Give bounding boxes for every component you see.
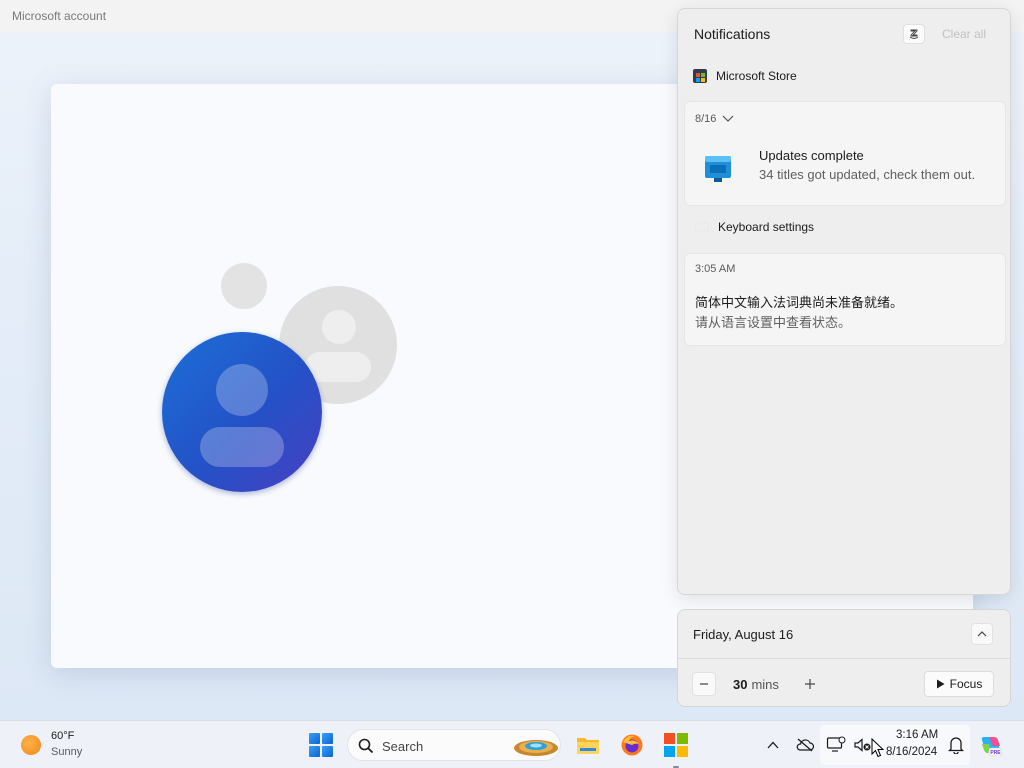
search-label: Search: [382, 739, 424, 754]
minus-icon: [700, 683, 708, 685]
bell-icon: [948, 737, 964, 754]
mouse-cursor: [871, 738, 885, 758]
volume-muted-icon: [854, 738, 871, 752]
notification-center: Notifications Clear all Microsoft Store …: [677, 8, 1011, 595]
start-focus-button[interactable]: Focus: [924, 671, 994, 697]
chevron-down-icon[interactable]: [722, 115, 734, 123]
notification-time: 3:05 AM: [695, 263, 736, 275]
calendar-date: Friday, August 16: [693, 627, 794, 642]
calendar-panel: Friday, August 16 30 mins Focus: [677, 609, 1011, 707]
divider: [678, 658, 1010, 659]
weather-description[interactable]: Sunny: [51, 746, 82, 758]
network-button[interactable]: [826, 735, 846, 755]
taskbar-search[interactable]: Search: [347, 729, 561, 761]
focus-duration: 30 mins: [733, 677, 779, 692]
network-icon: [826, 736, 846, 752]
file-explorer-icon[interactable]: [576, 733, 600, 757]
notifications-button[interactable]: [946, 735, 966, 755]
store-notification[interactable]: 8/16 Updates complete 34 titles got upda…: [684, 101, 1006, 206]
clear-all-button[interactable]: Clear all: [942, 27, 986, 41]
notification-headline: 简体中文输入法词典尚未准备就绪。: [695, 295, 904, 310]
notifications-title: Notifications: [694, 26, 771, 42]
start-button[interactable]: [309, 733, 333, 757]
weather-temperature[interactable]: 60°F: [51, 730, 74, 742]
primary-avatar-icon: [162, 332, 322, 492]
notification-headline: Updates complete: [759, 148, 864, 163]
onedrive-button[interactable]: [795, 735, 815, 755]
copilot-icon[interactable]: PRE: [979, 733, 1003, 757]
increase-focus-button[interactable]: [798, 672, 822, 696]
group-app-name: Keyboard settings: [718, 220, 815, 234]
notification-body: 34 titles got updated, check them out.: [759, 167, 976, 182]
decorative-circle: [221, 263, 267, 309]
search-highlight-icon: [514, 740, 558, 756]
notification-group-header: Keyboard settings: [695, 220, 814, 234]
notification-date: 8/16: [695, 113, 734, 125]
search-icon: [358, 738, 374, 754]
store-update-icon: [705, 156, 731, 182]
play-icon: [936, 679, 945, 689]
svg-text:PRE: PRE: [990, 750, 1001, 756]
show-hidden-icons-button[interactable]: [763, 735, 783, 755]
chevron-up-icon: [977, 631, 987, 637]
decrease-focus-button[interactable]: [692, 672, 716, 696]
group-app-name: Microsoft Store: [716, 69, 797, 83]
cloud-offline-icon: [796, 738, 815, 752]
sun-icon[interactable]: [21, 735, 41, 755]
notification-body: 请从语言设置中查看状态。: [695, 315, 852, 330]
clock-time[interactable]: 3:16 AM: [896, 729, 938, 741]
firefox-icon[interactable]: [620, 733, 644, 757]
plus-icon: [805, 679, 815, 689]
do-not-disturb-button[interactable]: [903, 24, 925, 44]
notification-group-header: Microsoft Store: [693, 69, 797, 83]
volume-button[interactable]: [853, 735, 873, 755]
keyboard-icon: [695, 222, 709, 232]
window-title: Microsoft account: [12, 9, 107, 23]
ime-notification[interactable]: 3:05 AM 简体中文输入法词典尚未准备就绪。 请从语言设置中查看状态。: [684, 253, 1006, 346]
clock-date[interactable]: 8/16/2024: [886, 746, 937, 758]
chevron-up-icon: [767, 741, 779, 749]
microsoft-store-taskbar-icon[interactable]: [664, 733, 688, 757]
microsoft-store-icon: [693, 69, 707, 83]
collapse-calendar-button[interactable]: [971, 623, 993, 645]
snooze-icon: [909, 29, 919, 39]
